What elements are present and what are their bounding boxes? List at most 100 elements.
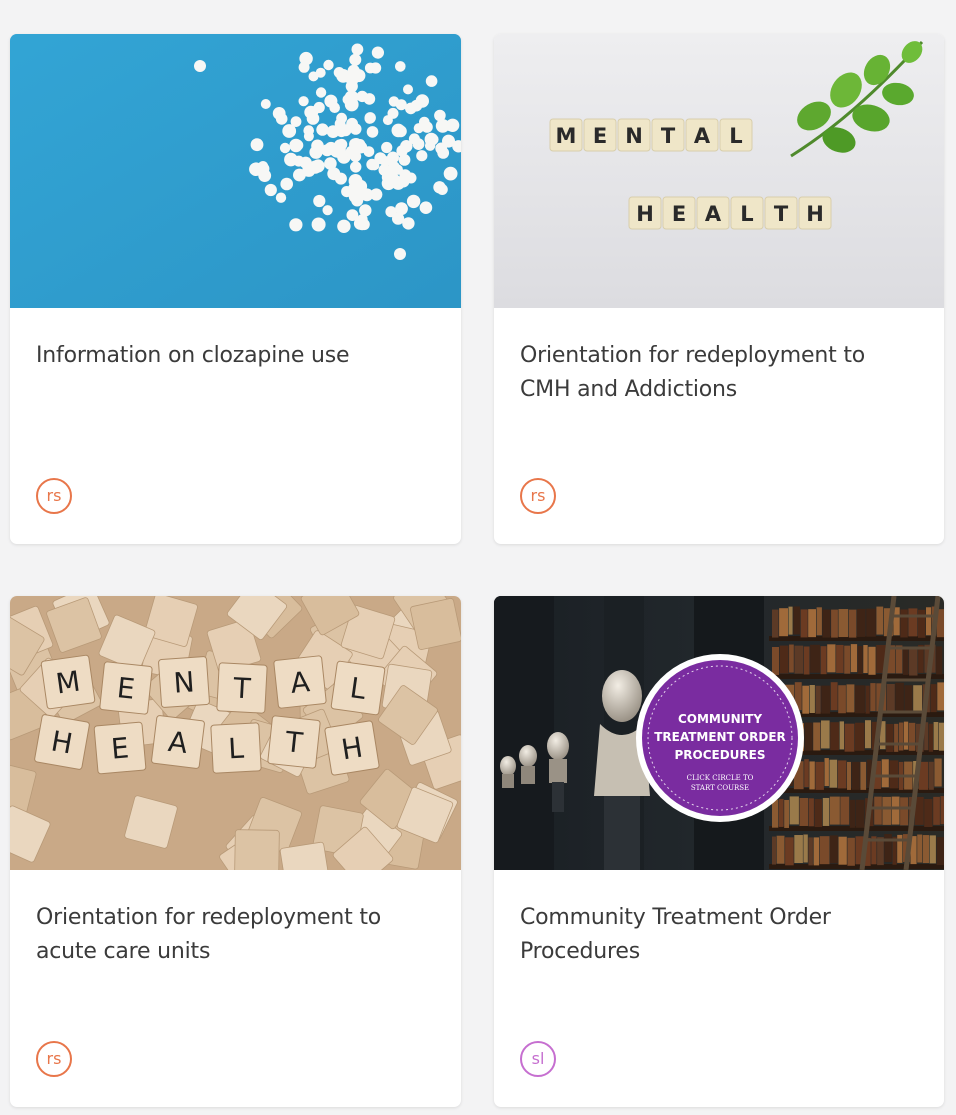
book-spine <box>778 798 784 827</box>
scrabble-tile: M <box>40 654 96 710</box>
course-title[interactable]: Orientation for redeployment to acute ca… <box>36 901 396 969</box>
course-card[interactable]: Information on clozapine use rs <box>10 34 461 544</box>
book-spine <box>908 722 916 751</box>
pill-dot <box>364 62 376 74</box>
book-spine <box>930 684 937 713</box>
book-spine <box>794 645 804 674</box>
pill-dot <box>425 75 438 87</box>
course-title[interactable]: Community Treatment Order Procedures <box>520 901 880 969</box>
pill-dot <box>403 84 413 95</box>
author-avatar: sl <box>520 1041 556 1077</box>
book-spine <box>870 683 876 712</box>
course-thumbnail-pills[interactable] <box>10 34 461 308</box>
pill-dot <box>391 123 406 138</box>
scrabble-tile: T <box>267 715 321 769</box>
pill-dot <box>385 206 397 218</box>
book-spine <box>813 722 821 751</box>
book-spine <box>863 645 868 674</box>
book-spine <box>779 608 788 637</box>
pill-dot <box>313 101 325 114</box>
svg-text:T: T <box>232 672 253 706</box>
pill-dot <box>258 169 272 183</box>
course-card[interactable]: MENTAL HEALTH Orientation for redeployme… <box>10 596 461 1107</box>
pill-dot <box>363 146 375 157</box>
course-thumbnail-library[interactable]: COMMUNITY TREATMENT ORDER PROCEDURES CLI… <box>494 596 944 870</box>
book-spine <box>800 609 808 638</box>
pill-dot <box>289 139 302 152</box>
book-spine <box>772 836 776 865</box>
pill-dot <box>348 181 362 195</box>
book-spine <box>837 760 847 789</box>
course-thumbnail-mental-health-tiles[interactable]: MENTAL HEALTH <box>494 34 944 308</box>
pill-dot <box>352 69 366 83</box>
blank-tile <box>234 829 280 870</box>
pill-dot <box>444 120 456 132</box>
scrabble-tile: E <box>93 721 147 775</box>
pill-dot <box>275 192 287 203</box>
letter-tile-text: M <box>556 124 577 148</box>
book-spine <box>851 761 860 790</box>
book-spine <box>934 758 942 787</box>
pill-dot <box>381 171 394 184</box>
book-spine <box>810 644 820 673</box>
pill-dot <box>324 94 338 108</box>
book-spine <box>840 796 850 825</box>
pill-dot <box>381 141 393 154</box>
book-spine <box>899 722 904 751</box>
pill-dot <box>289 218 303 232</box>
pill-dot <box>419 116 430 128</box>
book-spine <box>772 646 779 675</box>
pill-dot <box>308 71 319 82</box>
book-spine <box>822 797 830 826</box>
pill-dot <box>326 125 340 138</box>
course-title[interactable]: Information on clozapine use <box>36 339 396 373</box>
pill-dot <box>336 112 347 124</box>
author-avatar: rs <box>36 478 72 514</box>
svg-text:E: E <box>110 731 131 765</box>
pill-dot <box>316 123 329 136</box>
book-spine <box>889 760 899 789</box>
course-title[interactable]: Orientation for redeployment to CMH and … <box>520 339 880 407</box>
scrabble-tile: E <box>99 661 153 715</box>
book-spine <box>784 799 789 828</box>
letter-tile-text: A <box>694 124 711 148</box>
book-spine <box>788 606 793 635</box>
letter-tile-text: L <box>740 202 753 226</box>
book-spine <box>819 836 830 865</box>
book-spine <box>804 759 809 788</box>
badge-line-1: COMMUNITY <box>678 712 762 726</box>
book-spine <box>895 682 904 711</box>
book-spine <box>865 685 870 714</box>
book-spine <box>838 685 846 714</box>
pill-dot <box>332 143 346 157</box>
course-card[interactable]: MENTAL HEALTH Orientation for redeployme… <box>494 34 944 544</box>
pill-dot <box>334 172 347 185</box>
course-badge[interactable]: COMMUNITY TREATMENT ORDER PROCEDURES CLI… <box>636 654 804 822</box>
book-spine <box>803 834 808 863</box>
book-spine <box>900 609 908 638</box>
book-spine <box>922 835 929 864</box>
pill-dot <box>298 96 309 107</box>
book-spine <box>918 609 926 638</box>
pill-dot <box>412 138 425 150</box>
book-spine <box>860 761 867 790</box>
book-spine <box>855 685 865 714</box>
pill-dot <box>349 53 362 66</box>
svg-text:M: M <box>54 664 83 700</box>
course-card[interactable]: COMMUNITY TREATMENT ORDER PROCEDURES CLI… <box>494 596 944 1107</box>
course-thumbnail-scrabble-tiles[interactable]: MENTAL HEALTH <box>10 596 461 870</box>
pill-dot <box>303 131 314 142</box>
scrabble-tile: T <box>216 662 268 714</box>
book-spine <box>876 606 884 635</box>
book-spine <box>850 644 858 673</box>
book-spine <box>847 837 855 866</box>
svg-text:L: L <box>227 732 245 766</box>
book-spine <box>808 798 814 827</box>
pill-dot <box>342 94 353 105</box>
book-spine <box>838 836 847 865</box>
book-spine <box>815 685 821 714</box>
author-avatar: rs <box>520 478 556 514</box>
badge-sub-1: CLICK CIRCLE TO <box>687 774 754 782</box>
book-spine <box>933 721 939 750</box>
library-image: COMMUNITY TREATMENT ORDER PROCEDURES CLI… <box>494 596 944 870</box>
